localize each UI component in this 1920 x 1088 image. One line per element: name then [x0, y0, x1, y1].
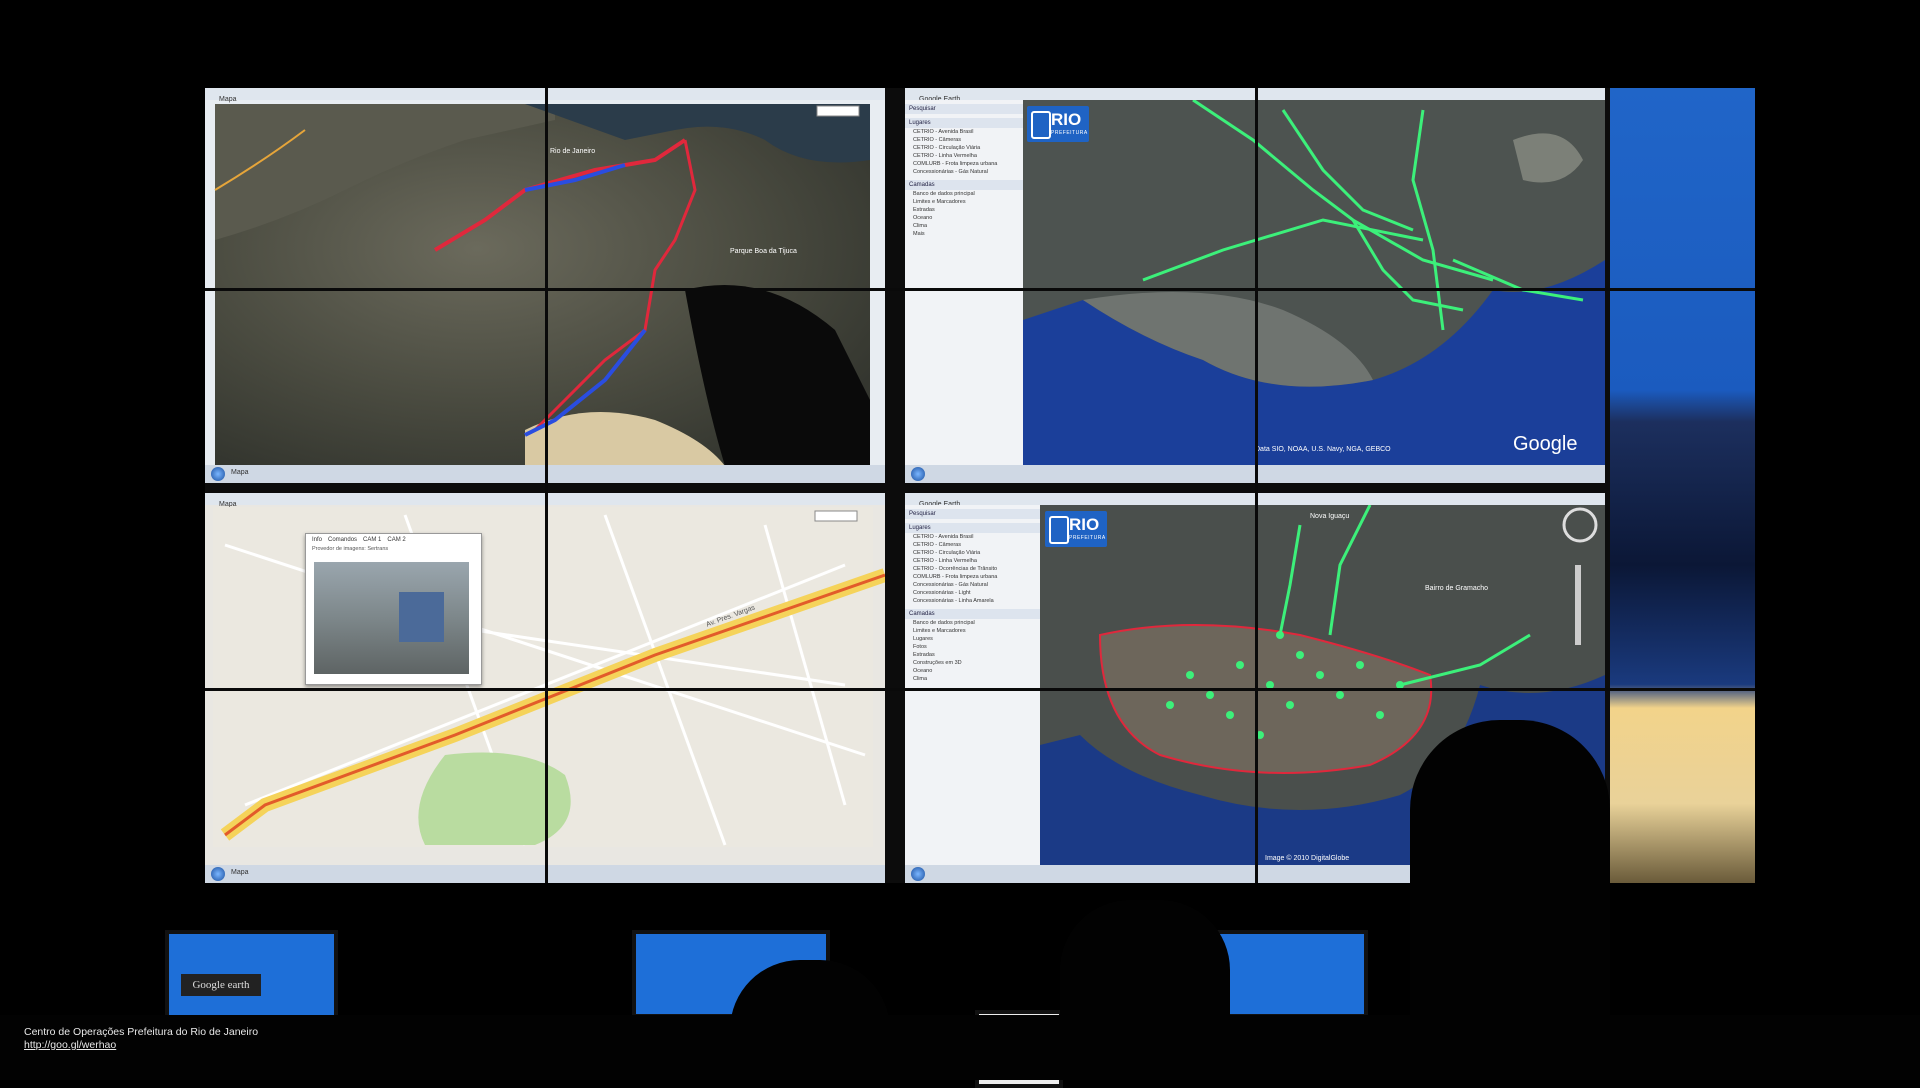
caption-title: Centro de Operações Prefeitura do Rio de…: [24, 1026, 259, 1038]
place-row[interactable]: CETRIO - Circulação Viária: [905, 144, 1023, 152]
layer-row[interactable]: Estradas: [905, 206, 1023, 214]
layer-row[interactable]: Estradas: [905, 651, 1040, 659]
imagery-credit: Image © 2010 DigitalGlobe: [1265, 855, 1350, 862]
rio-crest-icon: [1049, 516, 1069, 544]
ge-sidebar: Pesquisar Lugares CETRIO - Avenida Brasi…: [905, 505, 1040, 865]
bezel: [545, 88, 548, 883]
popup-tab-cam1[interactable]: CAM 1: [363, 537, 381, 543]
layers-section[interactable]: Camadas: [905, 609, 1040, 619]
search-section[interactable]: Pesquisar: [905, 509, 1040, 519]
place-row[interactable]: CETRIO - Linha Vermelha: [905, 557, 1040, 565]
workstation-monitor-google-earth: Google earth: [165, 930, 338, 1023]
place-row[interactable]: CETRIO - Ocorrências de Trânsito: [905, 565, 1040, 573]
layer-row[interactable]: Banco de dados principal: [905, 619, 1040, 627]
layer-row[interactable]: Lugares: [905, 635, 1040, 643]
place-row[interactable]: CETRIO - Avenida Brasil: [905, 533, 1040, 541]
harbor-photo-screen: [1610, 88, 1755, 883]
place-row[interactable]: CETRIO - Avenida Brasil: [905, 128, 1023, 136]
bezel: [1255, 88, 1258, 883]
caption-link[interactable]: http://goo.gl/werhao: [24, 1039, 116, 1051]
rio-crest-icon: [1031, 111, 1051, 139]
layer-row[interactable]: Limites e Marcadores: [905, 198, 1023, 206]
map-label-park: Parque Boa da Tijuca: [730, 248, 797, 255]
layer-row[interactable]: Fotos: [905, 643, 1040, 651]
bezel: [205, 688, 1755, 691]
place-row[interactable]: COMLURB - Frota limpeza urbana: [905, 573, 1040, 581]
layer-row[interactable]: Oceano: [905, 214, 1023, 222]
place-row[interactable]: Concessionárias - Gás Natural: [905, 581, 1040, 589]
taskbar-item[interactable]: Mapa: [231, 869, 249, 876]
layer-row[interactable]: Banco de dados principal: [905, 190, 1023, 198]
desk-row: [0, 1015, 1920, 1080]
places-section[interactable]: Lugares: [905, 118, 1023, 128]
place-row[interactable]: Concessionárias - Light: [905, 589, 1040, 597]
layer-row[interactable]: Oceano: [905, 667, 1040, 675]
zoom-slider-icon: [1575, 565, 1581, 645]
layer-row[interactable]: Construções em 3D: [905, 659, 1040, 667]
earth-view: Google: [1023, 100, 1605, 465]
place-row[interactable]: CETRIO - Câmeras: [905, 136, 1023, 144]
windows-start-icon[interactable]: [911, 867, 925, 881]
place-label: Bairro de Gramacho: [1425, 585, 1489, 592]
bezel: [205, 288, 1755, 291]
popup-tab-cam2[interactable]: CAM 2: [387, 537, 405, 543]
places-section[interactable]: Lugares: [905, 523, 1040, 533]
place-row[interactable]: Concessionárias - Gás Natural: [905, 168, 1023, 176]
place-row[interactable]: CETRIO - Linha Vermelha: [905, 152, 1023, 160]
popup-caption: Provedor de imagens: Sertrans: [312, 546, 389, 552]
place-row[interactable]: CETRIO - Circulação Viária: [905, 549, 1040, 557]
map-label-rio: Rio de Janeiro: [550, 148, 596, 155]
windows-start-icon[interactable]: [211, 467, 225, 481]
popup-tab-commands[interactable]: Comandos: [328, 537, 357, 543]
layer-row[interactable]: Mais: [905, 230, 1023, 238]
rio-prefeitura-logo: RIO PREFEITURA: [1045, 511, 1107, 547]
search-section[interactable]: Pesquisar: [905, 104, 1023, 114]
camera-popup[interactable]: Info Comandos CAM 1 CAM 2 Provedor de im…: [305, 533, 482, 685]
windows-start-icon[interactable]: [211, 867, 225, 881]
workstation-logo: Google earth: [181, 974, 261, 996]
imagery-credit: Data SIO, NOAA, U.S. Navy, NGA, GEBCO: [1255, 446, 1391, 453]
layer-row[interactable]: Clima: [905, 675, 1040, 683]
popup-tab-info[interactable]: Info: [312, 537, 322, 543]
google-watermark: Google: [1513, 433, 1578, 455]
place-row[interactable]: COMLURB - Frota limpeza urbana: [905, 160, 1023, 168]
camera-feed-image: [314, 562, 469, 674]
ge-sidebar: Pesquisar Lugares CETRIO - Avenida Brasi…: [905, 100, 1023, 465]
place-row[interactable]: CETRIO - Câmeras: [905, 541, 1040, 549]
layers-section[interactable]: Camadas: [905, 180, 1023, 190]
windows-start-icon[interactable]: [911, 467, 925, 481]
layer-row[interactable]: Limites e Marcadores: [905, 627, 1040, 635]
rio-prefeitura-logo: RIO PREFEITURA: [1027, 106, 1089, 142]
place-row[interactable]: Concessionárias - Linha Amarela: [905, 597, 1040, 605]
taskbar-item[interactable]: Mapa: [231, 469, 249, 476]
place-label: Nova Iguaçu: [1310, 513, 1350, 520]
layer-row[interactable]: Clima: [905, 222, 1023, 230]
photo-caption: Centro de Operações Prefeitura do Rio de…: [24, 1026, 258, 1052]
